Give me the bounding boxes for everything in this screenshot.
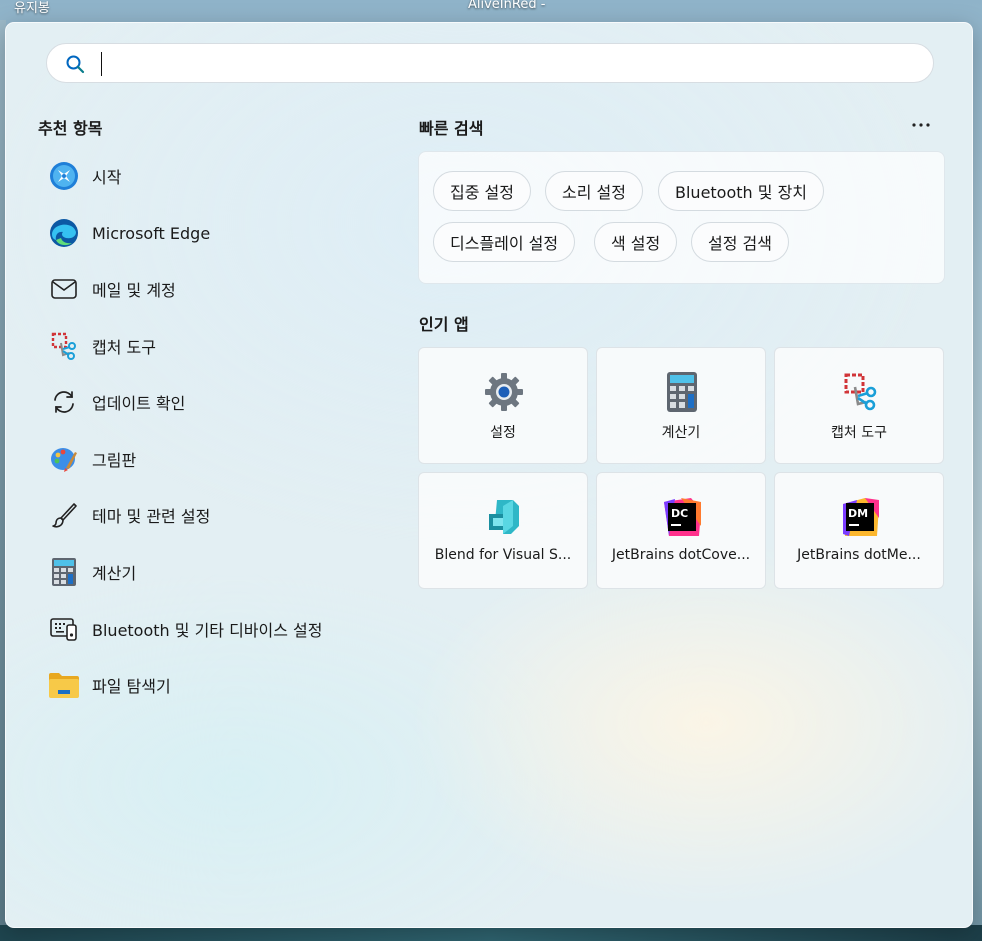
recommended-item-update[interactable]: 업데이트 확인: [46, 380, 376, 424]
dotmemory-icon: DM: [838, 495, 882, 539]
recommended-item-paint[interactable]: 그림판: [46, 437, 376, 481]
top-app-snipping-tool[interactable]: 캡처 도구: [774, 347, 944, 464]
recommended-title: 추천 항목: [38, 119, 103, 138]
paint-icon: [48, 443, 80, 475]
top-app-label: JetBrains dotCove...: [611, 547, 751, 563]
quick-search-panel: 집중 설정 소리 설정 Bluetooth 및 장치 디스플레이 설정 색 설정…: [418, 151, 945, 284]
dotcover-badge-text: DC: [671, 507, 688, 520]
quick-search-chip-bluetooth[interactable]: Bluetooth 및 장치: [658, 171, 825, 211]
top-app-calculator[interactable]: 계산기: [596, 347, 766, 464]
calculator-icon: [660, 370, 704, 414]
recommended-item-label: 파일 탐색기: [92, 677, 171, 696]
search-icon: [66, 55, 85, 74]
search-flyout-panel: 추천 항목 시작 Microsoft Edge 메일 및 계정 캡처 도구 업데…: [5, 22, 973, 928]
recommended-item-explorer[interactable]: 파일 탐색기: [46, 663, 376, 707]
recommended-item-mail[interactable]: 메일 및 계정: [46, 267, 376, 311]
folder-icon: [48, 669, 80, 701]
calculator-icon: [48, 556, 80, 588]
settings-gear-icon: [482, 370, 526, 414]
top-app-dotmemory[interactable]: DM JetBrains dotMe...: [774, 472, 944, 589]
brush-icon: [48, 499, 80, 531]
top-app-label: Blend for Visual S...: [434, 547, 572, 563]
top-app-label: JetBrains dotMe...: [797, 547, 921, 563]
snipping-tool-icon: [838, 370, 882, 414]
recommended-item-themes[interactable]: 테마 및 관련 설정: [46, 493, 376, 537]
mail-icon: [48, 273, 80, 305]
quick-search-title: 빠른 검색: [419, 119, 484, 138]
recommended-item-snipping[interactable]: 캡처 도구: [46, 324, 376, 368]
more-icon: [912, 123, 930, 127]
edge-icon: [48, 217, 80, 249]
top-app-label: 캡처 도구: [831, 425, 887, 441]
blend-icon: [482, 495, 526, 539]
top-app-blend[interactable]: Blend for Visual S...: [418, 472, 588, 589]
recommended-item-label: 캡처 도구: [92, 338, 156, 357]
recommended-item-tips[interactable]: 시작: [46, 154, 376, 198]
recommended-item-calculator[interactable]: 계산기: [46, 550, 376, 594]
devices-icon: [48, 613, 80, 645]
top-app-label: 계산기: [661, 425, 701, 441]
snipping-tool-icon: [48, 330, 80, 362]
top-app-label: 설정: [490, 425, 516, 441]
search-input[interactable]: [101, 50, 921, 78]
desktop-icon-label[interactable]: AliveInRed -: [468, 0, 545, 12]
desktop-icon-label[interactable]: 유지봉: [14, 0, 50, 16]
text-caret: [101, 52, 102, 76]
recommended-item-label: Bluetooth 및 기타 디바이스 설정: [92, 621, 323, 640]
search-box[interactable]: [46, 43, 934, 83]
more-options-button[interactable]: [908, 115, 934, 135]
recommended-item-label: 업데이트 확인: [92, 394, 186, 413]
recommended-item-edge[interactable]: Microsoft Edge: [46, 211, 376, 255]
dotmemory-badge-text: DM: [848, 507, 868, 520]
recommended-item-label: 메일 및 계정: [92, 281, 176, 300]
top-apps-title: 인기 앱: [419, 315, 469, 334]
top-app-dotcover[interactable]: DC JetBrains dotCove...: [596, 472, 766, 589]
recommended-item-label: 그림판: [92, 451, 137, 470]
recommended-item-label: Microsoft Edge: [92, 223, 211, 243]
dotcover-icon: DC: [660, 495, 704, 539]
quick-search-chip-focus[interactable]: 집중 설정: [433, 171, 531, 211]
quick-search-chip-color[interactable]: 색 설정: [594, 222, 678, 262]
quick-search-chip-display[interactable]: 디스플레이 설정: [433, 222, 576, 262]
quick-search-chip-settings-search[interactable]: 설정 검색: [691, 222, 789, 262]
refresh-icon: [48, 386, 80, 418]
tips-icon: [48, 160, 80, 192]
top-app-settings[interactable]: 설정: [418, 347, 588, 464]
recommended-item-label: 시작: [92, 168, 122, 187]
quick-search-chip-sound[interactable]: 소리 설정: [545, 171, 643, 211]
recommended-item-bluetooth[interactable]: Bluetooth 및 기타 디바이스 설정: [46, 607, 376, 651]
recommended-item-label: 계산기: [92, 564, 137, 583]
recommended-item-label: 테마 및 관련 설정: [92, 507, 211, 526]
